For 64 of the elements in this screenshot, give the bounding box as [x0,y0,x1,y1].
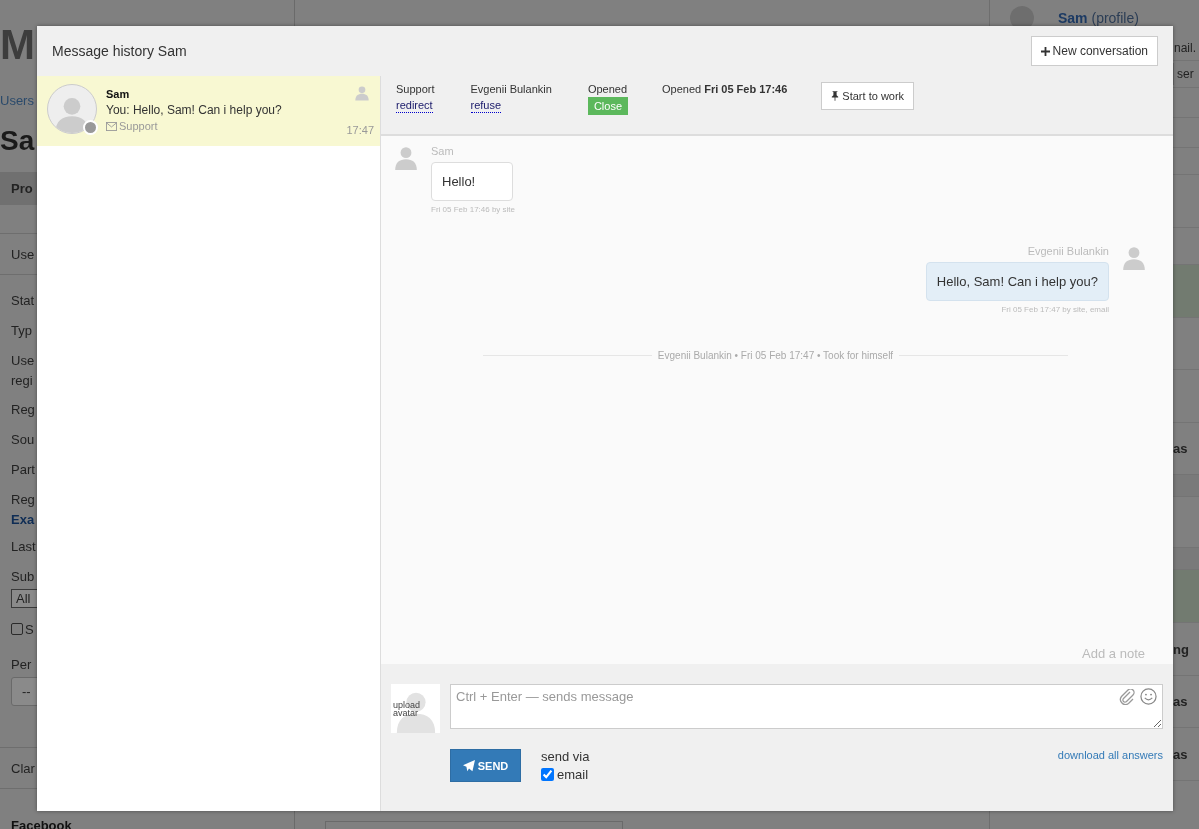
profile-link[interactable]: Sam (profile) [1058,10,1139,26]
message-preview: You: Hello, Sam! Can i help you? [106,103,283,117]
checkbox[interactable] [11,623,23,635]
user-name-heading: Sa [0,124,35,158]
contact-name: Sam [106,88,131,100]
upload-avatar-text: upload avatar [393,701,422,717]
plus-icon [1040,46,1050,56]
start-to-work-button[interactable]: Start to work [821,82,915,110]
row-text: as [1173,746,1188,762]
author-name: Evgenii Bulankin [1027,245,1109,257]
send-via-label: send via [541,749,590,764]
field-link[interactable]: Exa [11,511,35,527]
field-label: regi [11,372,33,388]
field-label: Sou [11,431,35,447]
paperclip-icon[interactable] [1119,688,1135,705]
profile-tab[interactable]: Pro [11,181,33,196]
department-label: Support [396,82,435,96]
section-heading: Use [11,246,35,262]
send-button[interactable]: SEND [450,749,521,782]
section-heading: Clar [11,760,35,776]
channel-label: Support [119,120,158,132]
field-label: Reg [11,401,35,417]
field-label: Part [11,461,35,477]
field-label: Reg [11,491,35,507]
person-icon [354,84,370,101]
field-label: Use [11,352,35,368]
checkbox-label: email [557,767,589,782]
download-link[interactable]: download all answers [1057,749,1163,761]
field-label: Last [11,538,36,554]
person-icon [1121,244,1147,270]
section-heading: Facebook [11,817,72,829]
field-label: Per [11,656,32,672]
row-text: as [1173,441,1188,456]
message-time: 17:47 [346,124,374,136]
field-label: Sub [11,568,35,584]
envelope-icon [106,121,117,131]
email-text: nail. [1174,41,1196,55]
assignee-label: Evgenii Bulankin [470,82,552,96]
message-bubble: Hello! [431,162,513,201]
email-checkbox[interactable] [541,768,554,781]
breadcrumb-link[interactable]: Users [0,92,34,108]
message-bubble: Hello, Sam! Can i help you? [925,262,1109,301]
row-text: as [1173,694,1188,709]
person-icon [393,144,419,170]
field-label: Stat [11,292,35,308]
status-label: Opened [587,82,628,96]
upload-avatar[interactable]: upload avatar [391,684,440,733]
field-label: Typ [11,322,32,338]
conversation-item[interactable]: Sam You: Hello, Sam! Can i help you? Support 17:47 [37,76,380,146]
dialog-title: Message history Sam [52,43,187,59]
author-name: Sam [431,145,454,157]
close-button[interactable]: Close [587,97,628,115]
smiley-icon[interactable] [1140,688,1157,705]
refuse-link[interactable]: refuse [470,98,502,113]
redirect-link[interactable]: redirect [396,98,433,113]
event-text: Evgenii Bulankin • Fri 05 Feb 17:47 • Took for himself [657,350,894,361]
row-text: ng [1173,641,1189,657]
new-conversation-button[interactable]: New conversation [1030,36,1158,66]
message-field[interactable]: Ctrl + Enter — sends message [450,684,1163,729]
checkbox-label: S [25,621,34,637]
page-title: M [0,21,35,69]
pin-icon [831,91,840,101]
paper-plane-icon [462,759,475,772]
opened-text: Opened Fri 05 Feb 17:46 [662,83,788,95]
